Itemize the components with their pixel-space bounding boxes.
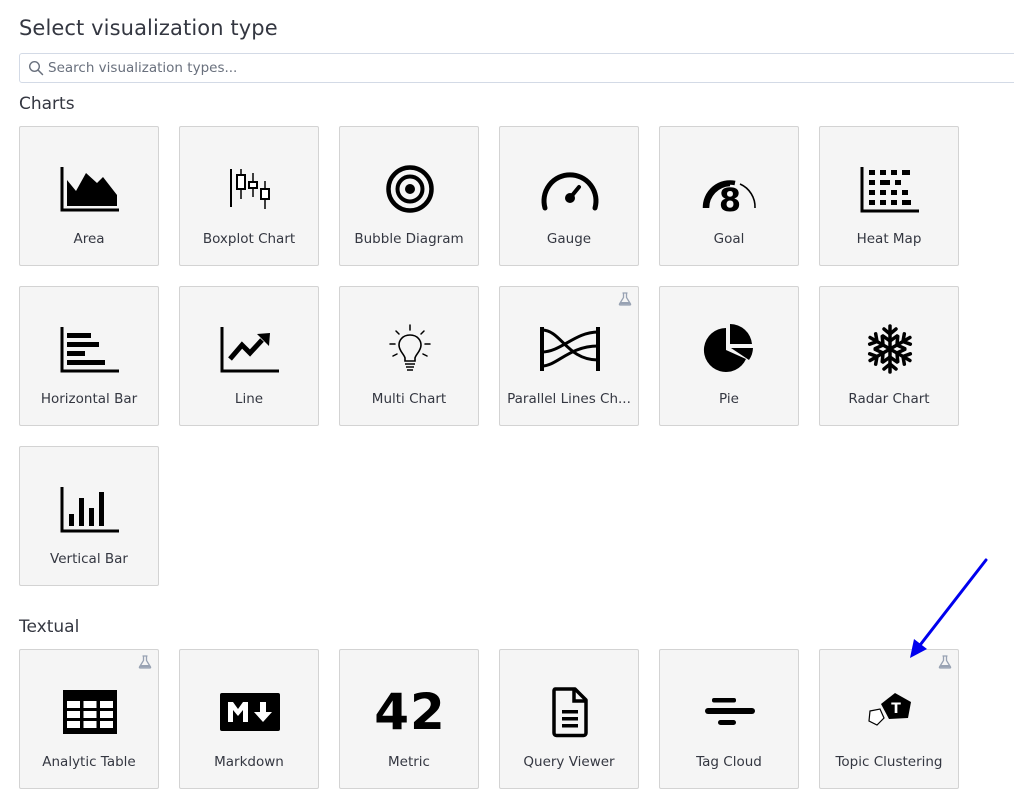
tile-label: Area: [73, 231, 105, 247]
tag-cloud-icon: [695, 677, 765, 747]
table-icon: [55, 677, 125, 747]
document-icon: [535, 677, 605, 747]
tile-label: Gauge: [546, 231, 592, 247]
tile-multi-chart[interactable]: Multi Chart: [339, 286, 479, 426]
pie-chart-icon: [695, 314, 765, 384]
markdown-icon: [215, 677, 285, 747]
tile-label: Analytic Table: [42, 754, 136, 770]
tile-label: Tag Cloud: [696, 754, 762, 770]
search-input[interactable]: [48, 54, 1008, 82]
page-title: Select visualization type: [19, 16, 278, 40]
tile-label: Line: [234, 391, 264, 407]
tile-label: Vertical Bar: [50, 551, 128, 567]
tile-label: Goal: [713, 231, 745, 247]
tile-radar-chart[interactable]: Radar Chart: [819, 286, 959, 426]
tile-label: Pie: [719, 391, 739, 407]
tile-line[interactable]: Line: [179, 286, 319, 426]
boxplot-chart-icon: [215, 154, 285, 224]
tile-boxplot-chart[interactable]: Boxplot Chart: [179, 126, 319, 266]
tile-bubble-diagram[interactable]: Bubble Diagram: [339, 126, 479, 266]
vertical-bar-icon: [55, 474, 125, 544]
tile-pie[interactable]: Pie: [659, 286, 799, 426]
goal-value: 8: [719, 181, 741, 214]
tile-vertical-bar[interactable]: Vertical Bar: [19, 446, 159, 586]
tile-label: Boxplot Chart: [202, 231, 296, 247]
tile-label: Query Viewer: [523, 754, 615, 770]
tile-label: Heat Map: [856, 231, 922, 247]
tile-horizontal-bar[interactable]: Horizontal Bar: [19, 286, 159, 426]
tile-query-viewer[interactable]: Query Viewer: [499, 649, 639, 789]
tile-label: Markdown: [214, 754, 284, 770]
tile-topic-clustering[interactable]: T Topic Clustering: [819, 649, 959, 789]
section-title-charts: Charts: [19, 94, 75, 114]
goal-icon: 8: [695, 154, 765, 224]
tile-tag-cloud[interactable]: Tag Cloud: [659, 649, 799, 789]
horizontal-bar-icon: [55, 314, 125, 384]
topic-clustering-icon: T: [855, 677, 925, 747]
line-chart-icon: [215, 314, 285, 384]
search-icon: [28, 60, 44, 76]
gauge-icon: [535, 154, 605, 224]
tile-analytic-table[interactable]: Analytic Table: [19, 649, 159, 789]
tile-goal[interactable]: 8 Goal: [659, 126, 799, 266]
tile-label: Horizontal Bar: [40, 391, 138, 407]
metric-icon: 42: [374, 677, 446, 747]
flask-icon: [138, 655, 152, 669]
lightbulb-icon: [375, 314, 445, 384]
section-title-textual: Textual: [19, 617, 80, 637]
tile-metric[interactable]: 42 Metric: [339, 649, 479, 789]
tile-label: Bubble Diagram: [354, 231, 464, 247]
heat-map-icon: [855, 154, 925, 224]
tile-heat-map[interactable]: Heat Map: [819, 126, 959, 266]
metric-value: 42: [374, 683, 446, 741]
search-box[interactable]: [19, 53, 1014, 83]
tile-gauge[interactable]: Gauge: [499, 126, 639, 266]
flask-icon: [618, 292, 632, 306]
flask-icon: [938, 655, 952, 669]
area-chart-icon: [55, 154, 125, 224]
tile-parallel-lines-chart[interactable]: Parallel Lines Ch...: [499, 286, 639, 426]
tile-label: Metric: [388, 754, 430, 770]
tile-markdown[interactable]: Markdown: [179, 649, 319, 789]
tile-label: Radar Chart: [848, 391, 930, 407]
topic-glyph: T: [891, 701, 901, 717]
snowflake-icon: [855, 314, 925, 384]
tile-label: Multi Chart: [371, 391, 447, 407]
parallel-lines-icon: [535, 314, 605, 384]
bubble-diagram-icon: [375, 154, 445, 224]
tile-area[interactable]: Area: [19, 126, 159, 266]
tile-label: Parallel Lines Ch...: [507, 391, 631, 407]
tile-label: Topic Clustering: [835, 754, 943, 770]
